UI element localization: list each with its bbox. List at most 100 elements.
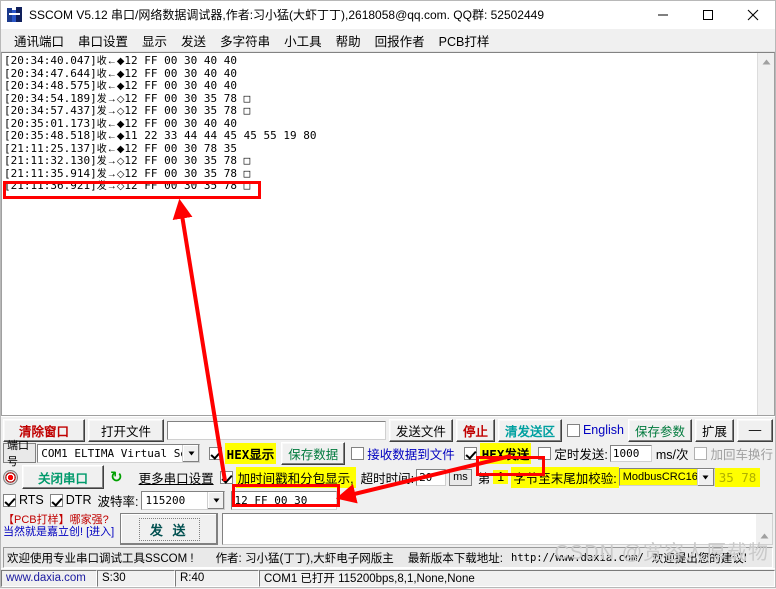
checksum-value: 35 78 bbox=[714, 467, 761, 487]
status-bar: www.daxia.com S:30 R:40 COM1 已打开 115200b… bbox=[1, 568, 775, 587]
english-checkbox[interactable] bbox=[566, 423, 580, 437]
scroll-up-icon[interactable] bbox=[758, 53, 774, 70]
chevron-down-icon-baud[interactable] bbox=[207, 491, 225, 509]
info-url[interactable]: http://www.daxia.com/ bbox=[511, 552, 644, 564]
log-line-data: 12 FF 00 30 35 78 □ bbox=[124, 179, 251, 193]
timed-send-checkbox[interactable] bbox=[538, 446, 552, 460]
minimize-icon[interactable] bbox=[640, 1, 685, 28]
timed-send-input[interactable] bbox=[609, 444, 652, 462]
window-title: SSCOM V5.12 串口/网络数据调试器,作者:习小猛(大虾丁丁),2618… bbox=[29, 8, 545, 22]
scroll-up-icon-send[interactable] bbox=[756, 528, 772, 544]
log-line: [20:35:48.518]收←◆11 22 33 44 44 45 45 55… bbox=[4, 130, 757, 143]
dtr-checkbox[interactable] bbox=[49, 493, 63, 507]
timed-send-unit: ms/次 bbox=[655, 447, 689, 462]
log-line-timestamp: [20:34:47.644] bbox=[4, 66, 97, 80]
hex-send-checkbox[interactable] bbox=[463, 446, 477, 460]
log-line-direction: 发→◇ bbox=[96, 168, 125, 180]
log-line: [20:34:48.575]收←◆12 FF 00 30 40 40 bbox=[4, 79, 757, 93]
log-scrollbar[interactable] bbox=[757, 53, 774, 415]
stop-button[interactable]: 停止 bbox=[455, 418, 495, 442]
maximize-icon[interactable] bbox=[685, 1, 730, 28]
recv-to-file-label: 接收数据到文件 bbox=[367, 447, 455, 462]
send-data-input[interactable] bbox=[231, 490, 338, 510]
menu-item-tools[interactable]: 小工具 bbox=[277, 29, 329, 52]
menu-item-comm-port[interactable]: 通讯端口 bbox=[7, 29, 71, 52]
app-icon bbox=[7, 6, 23, 23]
log-line-timestamp: [20:34:54.189] bbox=[4, 91, 97, 105]
file-path-input[interactable] bbox=[167, 420, 386, 440]
window-controls bbox=[640, 1, 775, 28]
port-number-label: 端口号 bbox=[3, 440, 37, 468]
log-line: [20:34:54.189]发→◇12 FF 00 30 35 78 □ bbox=[4, 91, 757, 106]
log-text[interactable]: [20:34:40.047]收←◆12 FF 00 30 40 40 [20:34… bbox=[2, 53, 757, 415]
pcb-ad-line2: 当然就是嘉立创! [进入] bbox=[3, 526, 115, 538]
send-file-button[interactable]: 发送文件 bbox=[388, 418, 453, 442]
port-select[interactable]: COM1 ELTIMA Virtual Serial bbox=[37, 443, 201, 463]
log-line-data: 12 FF 00 30 35 78 □ bbox=[124, 154, 251, 168]
menu-item-serial-settings[interactable]: 串口设置 bbox=[71, 29, 135, 52]
log-line-direction: 收←◆ bbox=[96, 143, 125, 155]
send-textarea[interactable] bbox=[222, 513, 773, 545]
sscom-window: SSCOM V5.12 串口/网络数据调试器,作者:习小猛(大虾丁丁),2618… bbox=[0, 0, 776, 588]
log-line: [21:11:32.130]发→◇12 FF 00 30 35 78 □ bbox=[4, 155, 757, 168]
send-button[interactable]: 发 送 bbox=[120, 513, 219, 545]
port-display-row: 端口号 COM1 ELTIMA Virtual Serial HEX显示 保存数… bbox=[1, 440, 775, 468]
close-icon[interactable] bbox=[730, 1, 775, 28]
log-line-data: 12 FF 00 30 40 40 bbox=[124, 116, 238, 130]
menu-item-pcb[interactable]: PCB打样 bbox=[432, 29, 497, 52]
menu-item-help[interactable]: 帮助 bbox=[329, 29, 368, 52]
scroll-track[interactable] bbox=[758, 70, 774, 415]
chevron-down-icon-checksum[interactable] bbox=[696, 468, 714, 486]
baud-rate-select[interactable]: 115200 bbox=[141, 490, 226, 510]
chevron-down-icon[interactable] bbox=[182, 444, 200, 462]
log-line-direction: 收←◆ bbox=[96, 81, 125, 93]
checksum-type-value: ModbusCRC16 bbox=[619, 471, 697, 483]
save-params-button[interactable]: 保存参数 bbox=[627, 418, 692, 442]
status-sent-count: S:30 bbox=[97, 569, 175, 587]
log-line-data: 12 FF 00 30 40 40 bbox=[124, 54, 238, 67]
timestamp-packet-checkbox[interactable] bbox=[219, 470, 233, 484]
control-panel: 清除窗口 打开文件 发送文件 停止 清发送区 English 保存参数 扩展 —… bbox=[1, 416, 775, 568]
open-file-button[interactable]: 打开文件 bbox=[88, 418, 164, 442]
menu-item-feedback[interactable]: 回报作者 bbox=[368, 29, 432, 52]
menu-item-send[interactable]: 发送 bbox=[174, 29, 213, 52]
expand-button[interactable]: 扩展 bbox=[694, 418, 734, 442]
hex-display-checkbox[interactable] bbox=[208, 446, 222, 460]
rts-label: RTS bbox=[19, 493, 44, 507]
timeout-label: 超时时间: bbox=[360, 471, 415, 486]
log-line-data: 12 FF 00 30 35 78 □ bbox=[124, 166, 251, 180]
info-author: 作者: 习小猛(丁丁),大虾电子网版主 bbox=[215, 552, 394, 565]
close-port-button[interactable]: 关闭串口 bbox=[22, 465, 104, 489]
baud-rate-label: 波特率: bbox=[97, 494, 139, 509]
log-line-direction: 发→◇ bbox=[96, 181, 125, 193]
timeout-input[interactable] bbox=[416, 468, 447, 486]
port-actions-row: 关闭串口 ↻ 更多串口设置 加时间戳和分包显示, 超时时间: ms 第 1 字节… bbox=[1, 464, 775, 489]
log-line-timestamp: [21:11:32.130] bbox=[4, 154, 97, 168]
timeout-unit: ms bbox=[449, 468, 472, 486]
log-line-timestamp: [21:11:35.914] bbox=[4, 166, 97, 180]
clear-send-area-button[interactable]: 清发送区 bbox=[497, 418, 562, 442]
collapse-button[interactable]: — bbox=[737, 418, 773, 442]
log-line-data: 12 FF 00 30 78 35 bbox=[124, 141, 238, 155]
checksum-type-select[interactable]: ModbusCRC16 bbox=[618, 468, 715, 486]
baud-rate-value: 115200 bbox=[145, 493, 186, 507]
rts-checkbox[interactable] bbox=[3, 493, 16, 507]
status-site[interactable]: www.daxia.com bbox=[1, 569, 97, 587]
pcb-ad[interactable]: 【PCB打样】哪家强? 当然就是嘉立创! [进入] bbox=[3, 513, 114, 545]
send-textarea-scrollbar[interactable] bbox=[756, 514, 772, 544]
menu-item-multi-string[interactable]: 多字符串 bbox=[213, 29, 277, 52]
menu-item-display[interactable]: 显示 bbox=[135, 29, 174, 52]
baud-row: RTS DTR 波特率: 115200 bbox=[1, 489, 775, 512]
port-status-indicator-icon bbox=[3, 469, 18, 485]
log-line: [21:11:35.914]发→◇12 FF 00 30 35 78 □ bbox=[4, 166, 757, 181]
append-crlf-checkbox[interactable] bbox=[694, 446, 708, 460]
log-line-data: 12 FF 00 30 40 40 bbox=[124, 66, 238, 80]
save-data-button[interactable]: 保存数据 bbox=[281, 441, 346, 465]
recv-to-file-checkbox[interactable] bbox=[351, 446, 365, 460]
more-serial-settings-link[interactable]: 更多串口设置 bbox=[139, 468, 214, 487]
log-line-timestamp: [21:11:25.137] bbox=[4, 141, 97, 155]
refresh-ports-icon[interactable]: ↻ bbox=[110, 469, 123, 485]
toolbar-row: 清除窗口 打开文件 发送文件 停止 清发送区 English 保存参数 扩展 — bbox=[1, 417, 775, 442]
log-line: [20:34:47.644]收←◆12 FF 00 30 40 40 bbox=[4, 66, 757, 81]
log-line: [21:11:25.137]收←◆12 FF 00 30 78 35 bbox=[4, 141, 757, 156]
